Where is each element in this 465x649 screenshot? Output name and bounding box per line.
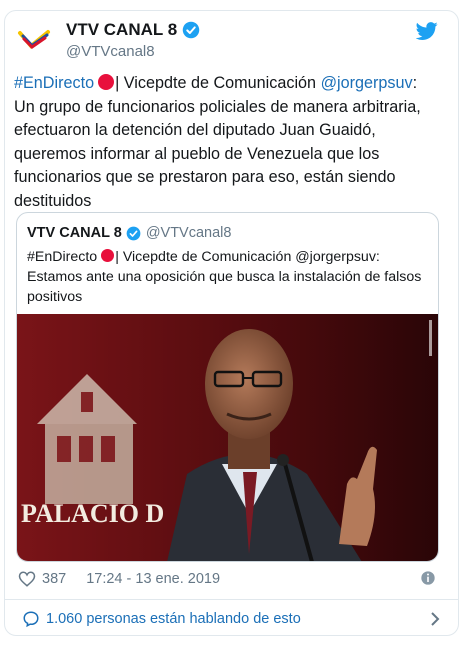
quoted-tweet[interactable]: VTV CANAL 8 @VTVcanal8 #EnDirecto | Vicep… — [16, 212, 439, 562]
quoted-author-name: VTV CANAL 8 — [27, 225, 122, 241]
hashtag-link[interactable]: #EnDirecto — [14, 74, 94, 92]
reply-bubble-icon — [23, 611, 39, 628]
quoted-author-handle: @VTVcanal8 — [145, 225, 232, 241]
tweet-timestamp[interactable]: 17:24 - 13 ene. 2019 — [86, 571, 220, 587]
divider — [4, 599, 459, 600]
live-red-dot-icon — [101, 249, 115, 262]
tweet-header: VTV CANAL 8 @VTVcanal8 — [14, 16, 438, 64]
verified-badge-icon — [182, 21, 200, 39]
info-icon[interactable] — [420, 570, 436, 586]
mention-link[interactable]: @jorgerpsuv — [321, 74, 413, 92]
quoted-header: VTV CANAL 8 @VTVcanal8 — [27, 225, 231, 241]
tweet-text: #EnDirecto | Vicepdte de Comunicación @jo… — [14, 72, 442, 213]
heart-icon[interactable] — [18, 570, 36, 588]
verified-badge-icon — [126, 226, 141, 240]
author-name-row[interactable]: VTV CANAL 8 — [66, 20, 200, 40]
author-name[interactable]: VTV CANAL 8 — [66, 20, 177, 40]
vtv-logo-avatar[interactable] — [14, 18, 54, 58]
tweet-text-rest: : Un grupo de funcionarios policiales de… — [14, 74, 421, 210]
chevron-right-icon[interactable] — [428, 611, 442, 627]
speaker-photo[interactable]: PALACIO D — [17, 314, 438, 562]
palacio-sign-text: PALACIO D — [21, 499, 164, 528]
quoted-text: #EnDirecto | Vicepdte de Comunicación @jo… — [27, 247, 432, 307]
tweet-text-part: | Vicepdte de Comunicación — [115, 74, 321, 92]
live-red-dot-icon — [98, 74, 115, 90]
tweet-footer: 387 17:24 - 13 ene. 2019 — [18, 569, 442, 589]
quoted-hashtag: #EnDirecto — [27, 249, 98, 265]
conversation-link[interactable]: 1.060 personas están hablando de esto — [22, 609, 442, 629]
twitter-bird-icon[interactable] — [416, 20, 438, 42]
like-count[interactable]: 387 — [42, 571, 66, 587]
author-handle[interactable]: @VTVcanal8 — [66, 43, 155, 60]
conversation-label[interactable]: 1.060 personas están hablando de esto — [46, 611, 301, 627]
